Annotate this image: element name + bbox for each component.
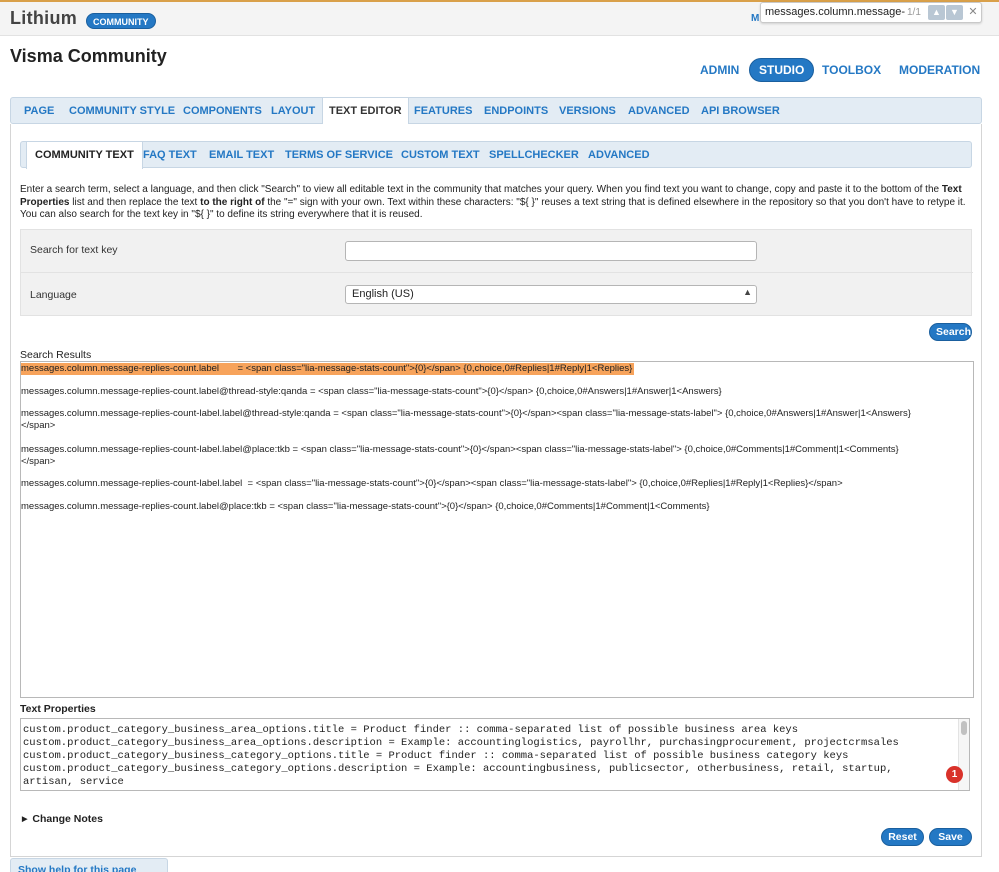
text-properties-textarea[interactable]: custom.product_category_business_area_op… [20, 718, 970, 791]
tab-endpoints[interactable]: ENDPOINTS [484, 105, 548, 117]
language-label: Language [30, 289, 77, 301]
tab-community-style[interactable]: COMMUNITY STYLE [69, 105, 175, 117]
result-line[interactable]: messages.column.message-replies-count.la… [21, 386, 722, 398]
nav-toolbox[interactable]: TOOLBOX [822, 63, 881, 77]
search-button[interactable]: Search [929, 323, 972, 341]
result-line[interactable]: messages.column.message-replies-count-la… [21, 444, 899, 456]
nav-moderation[interactable]: MODERATION [899, 63, 980, 77]
subtab-email-text[interactable]: EMAIL TEXT [209, 149, 274, 161]
language-selected-value: English (US) [352, 288, 414, 300]
scrollbar-thumb[interactable] [961, 721, 967, 735]
find-previous-button[interactable]: ▲ [928, 5, 945, 20]
tab-page[interactable]: PAGE [24, 105, 54, 117]
community-badge[interactable]: COMMUNITY [86, 13, 156, 29]
subtab-advanced[interactable]: ADVANCED [588, 149, 650, 161]
show-help-tab[interactable]: Show help for this page [10, 858, 168, 872]
tab-layout[interactable]: LAYOUT [271, 105, 315, 117]
tab-api-browser[interactable]: API BROWSER [701, 105, 780, 117]
find-input[interactable]: messages.column.message-re [765, 6, 905, 18]
nav-studio[interactable]: STUDIO [749, 58, 815, 82]
tab-components[interactable]: COMPONENTS [183, 105, 262, 117]
subtab-terms-of-service[interactable]: TERMS OF SERVICE [285, 149, 393, 161]
result-line[interactable]: </span> [21, 456, 55, 468]
find-close-button[interactable]: ✕ [966, 5, 980, 20]
save-button[interactable]: Save [929, 828, 972, 846]
studio-tab-bar: PAGE COMMUNITY STYLE COMPONENTS LAYOUT T… [10, 97, 982, 125]
chevron-up-icon: ▲ [932, 7, 941, 17]
property-line: custom.product_category_business_area_op… [23, 724, 799, 736]
subtab-community-text[interactable]: COMMUNITY TEXT [26, 142, 143, 169]
form-divider [21, 272, 973, 273]
text-editor-subtab-bar: COMMUNITY TEXT FAQ TEXT EMAIL TEXT TERMS… [20, 141, 972, 169]
find-bar: messages.column.message-re 1/1 ▲ ▼ ✕ [760, 2, 982, 23]
tab-versions[interactable]: VERSIONS [559, 105, 616, 117]
close-icon: ✕ [968, 6, 978, 18]
find-match-count: 1/1 [907, 7, 921, 18]
tab-text-editor[interactable]: TEXT EDITOR [322, 98, 409, 125]
search-results-box[interactable]: messages.column.message-replies-count.la… [20, 361, 974, 698]
chevron-down-icon: ▼ [950, 7, 959, 17]
notification-badge[interactable]: 1 [946, 766, 963, 783]
truncated-link[interactable]: M [751, 13, 759, 24]
property-line: custom.product_category_business_area_op… [23, 737, 899, 749]
select-arrows-icon: ▲ [743, 287, 752, 297]
subtab-custom-text[interactable]: CUSTOM TEXT [401, 149, 480, 161]
language-select[interactable]: English (US) ▲ [345, 285, 757, 304]
property-line: custom.product_category_business_categor… [23, 763, 893, 775]
search-form: Search for text key Language English (US… [20, 229, 973, 316]
search-key-input[interactable] [345, 241, 757, 261]
disclosure-triangle-icon: ▶ [22, 816, 28, 823]
search-results-label: Search Results [20, 349, 92, 361]
result-line[interactable]: </span> [21, 420, 55, 432]
tab-advanced[interactable]: ADVANCED [628, 105, 690, 117]
instructions-text: Enter a search term, select a language, … [20, 184, 966, 220]
subtab-spellchecker[interactable]: SPELLCHECKER [489, 149, 579, 161]
page-title: Visma Community [10, 46, 167, 66]
nav-admin[interactable]: ADMIN [700, 63, 739, 77]
text-properties-label: Text Properties [20, 703, 96, 715]
find-next-button[interactable]: ▼ [946, 5, 963, 20]
tab-features[interactable]: FEATURES [414, 105, 472, 117]
result-line[interactable]: messages.column.message-replies-count.la… [21, 501, 710, 513]
result-line[interactable]: messages.column.message-replies-count-la… [21, 478, 843, 490]
reset-button[interactable]: Reset [881, 828, 924, 846]
lithium-logo[interactable]: Lithium [10, 8, 77, 29]
property-line: custom.product_category_business_categor… [23, 750, 849, 762]
result-line[interactable]: messages.column.message-replies-count.la… [21, 363, 635, 375]
result-line[interactable]: messages.column.message-replies-count-la… [21, 408, 911, 420]
subtab-faq-text[interactable]: FAQ TEXT [143, 149, 197, 161]
change-notes-toggle[interactable]: ▶ Change Notes [22, 813, 103, 825]
search-key-label: Search for text key [30, 244, 118, 256]
property-line: artisan, service [23, 776, 124, 788]
